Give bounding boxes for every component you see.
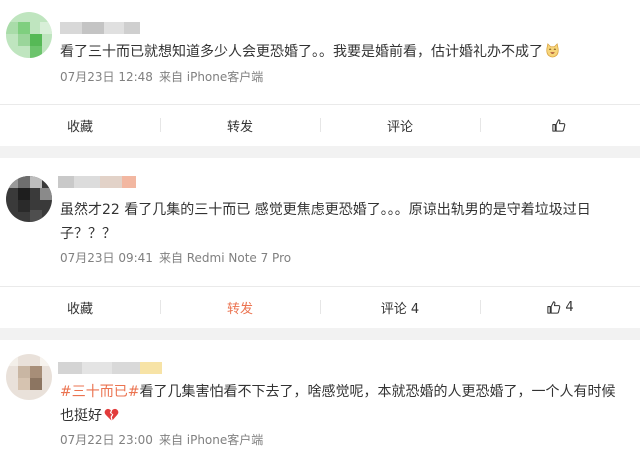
comment-body: 看了三十而已就想知道多少人会更恐婚了。。我要是婚前看，估计婚礼办不成了 [60,44,543,60]
action-separator [480,300,481,314]
comment-label: 评论 [386,119,413,135]
comment-label: 评论 4 [380,301,420,317]
action-separator [320,300,321,314]
username-blurred[interactable] [58,362,162,374]
timestamp: 07月23日 12:48 [60,70,153,84]
laughing-cat-face-icon [546,43,559,58]
action-separator [480,118,481,132]
comment-meta: 07月23日 09:41 来自 Redmi Note 7 Pro [60,251,291,265]
repost-label: 转发 [226,301,253,317]
like-count: 4 [565,299,574,315]
comment-card: 看了三十而已就想知道多少人会更恐婚了。。我要是婚前看，估计婚礼办不成了 07月2… [0,0,640,146]
source-client: 来自 iPhone客户端 [158,70,264,84]
repost-label: 转发 [226,119,253,135]
comment-button[interactable]: 评论 [320,106,480,144]
username-blurred[interactable] [58,176,136,188]
comment-card: 虽然才22 看了几集的三十而已 感觉更焦虑更恐婚了。。。原谅出轨男的是守着垃圾过… [0,158,640,328]
action-separator [160,118,161,132]
favorite-button[interactable]: 收藏 [0,106,160,144]
repost-button[interactable]: 转发 [160,106,320,144]
comment-button[interactable]: 评论 4 [320,288,480,326]
action-separator [320,118,321,132]
favorite-button[interactable]: 收藏 [0,288,160,326]
avatar[interactable] [6,12,52,58]
comment-card: #三十而已#看了几集害怕看不下去了，啥感觉呢，本就恐婚的人更恐婚了，一个人有时候… [0,340,640,458]
source-client: 来自 iPhone客户端 [158,433,264,447]
like-button[interactable]: 4 [480,288,640,326]
thumbs-up-icon [547,300,561,314]
favorite-label: 收藏 [66,301,93,317]
action-bar: 收藏 转发 评论 4 4 [0,288,640,326]
comment-body: 看了几集害怕看不下去了，啥感觉呢，本就恐婚的人更恐婚了，一个人有时候也挺好 [60,384,616,424]
comment-body: 虽然才22 看了几集的三十而已 感觉更焦虑更恐婚了。。。原谅出轨男的是守着垃圾过… [60,202,591,242]
action-bar: 收藏 转发 评论 [0,106,640,144]
comment-meta: 07月22日 23:00 来自 iPhone客户端 [60,433,263,447]
comment-text: 看了三十而已就想知道多少人会更恐婚了。。我要是婚前看，估计婚礼办不成了 [60,40,620,64]
comment-text: 虽然才22 看了几集的三十而已 感觉更焦虑更恐婚了。。。原谅出轨男的是守着垃圾过… [60,198,620,246]
comment-meta: 07月23日 12:48 来自 iPhone客户端 [60,70,263,84]
favorite-label: 收藏 [66,119,93,135]
avatar[interactable] [6,354,52,400]
divider [0,104,640,105]
thumbs-up-icon [551,118,565,132]
topic-hashtag-link[interactable]: #三十而已# [60,384,139,400]
repost-button[interactable]: 转发 [160,288,320,326]
like-button[interactable] [480,106,640,144]
source-client: 来自 Redmi Note 7 Pro [158,251,292,265]
action-separator [160,300,161,314]
timestamp: 07月23日 09:41 [60,251,153,265]
broken-heart-icon [104,408,119,421]
comment-text: #三十而已#看了几集害怕看不下去了，啥感觉呢，本就恐婚的人更恐婚了，一个人有时候… [60,380,620,428]
divider [0,286,640,287]
username-blurred[interactable] [60,22,140,34]
timestamp: 07月22日 23:00 [60,433,153,447]
avatar[interactable] [6,176,52,222]
